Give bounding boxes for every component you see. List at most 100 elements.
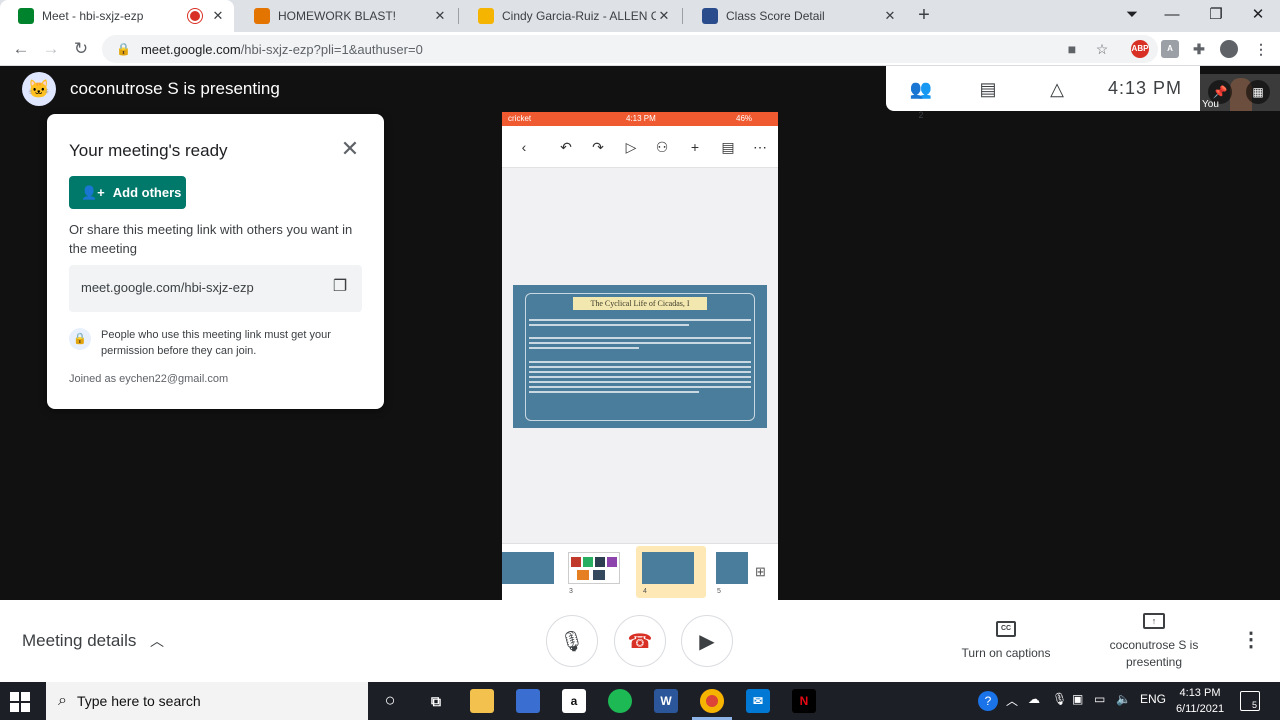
close-tab-icon[interactable]: ✕ bbox=[210, 8, 226, 24]
tab-meet[interactable]: Meet - hbi-sxjz-ezp ✕ bbox=[0, 0, 234, 32]
url-path: /hbi-sxjz-ezp?pli=1&authuser=0 bbox=[240, 41, 423, 57]
powerschool-icon bbox=[702, 8, 718, 24]
people-icon[interactable]: 👥2 bbox=[908, 76, 934, 120]
tab-class-score[interactable]: Class Score Detail ✕ bbox=[684, 0, 906, 32]
network-icon[interactable]: ▣ bbox=[1072, 692, 1083, 706]
help-icon[interactable]: ? bbox=[978, 691, 998, 711]
new-tab-button[interactable]: + bbox=[912, 4, 936, 28]
add-others-label: Add others bbox=[112, 185, 182, 200]
minimize-button[interactable]: — bbox=[1150, 0, 1194, 32]
battery-icon[interactable]: ▭ bbox=[1094, 692, 1105, 706]
browser-menu-icon[interactable]: ⋮ bbox=[1252, 40, 1270, 58]
recording-icon bbox=[190, 11, 200, 21]
task-view-icon[interactable]: ⧉ bbox=[424, 689, 448, 713]
captions-label[interactable]: Turn on captions bbox=[952, 646, 1060, 660]
reload-button[interactable]: ↻ bbox=[68, 36, 94, 62]
present-icon[interactable]: ↑ bbox=[1143, 613, 1165, 629]
tab-title: Cindy Garcia-Ruiz - ALLEN Cicada bbox=[502, 9, 656, 23]
taskbar-search[interactable]: ⌕ Type here to search bbox=[46, 682, 368, 720]
bookmark-star-icon[interactable]: ☆ bbox=[1092, 39, 1112, 59]
netflix-icon[interactable]: N bbox=[792, 689, 816, 713]
close-tab-icon[interactable]: ✕ bbox=[432, 8, 448, 24]
camera-icon[interactable]: ■ bbox=[1062, 39, 1082, 59]
onedrive-icon[interactable]: ☁ bbox=[1028, 692, 1040, 706]
volume-icon[interactable]: 🔈 bbox=[1116, 692, 1131, 706]
add-person-icon[interactable]: ⚇ bbox=[653, 138, 671, 156]
tab-search-button[interactable]: ⏷ bbox=[1110, 0, 1154, 32]
slide-thumbnail[interactable] bbox=[568, 552, 620, 584]
store-icon[interactable] bbox=[516, 689, 540, 713]
file-explorer-icon[interactable] bbox=[470, 689, 494, 713]
close-icon[interactable]: ✕ bbox=[339, 138, 361, 160]
slide-number: 5 bbox=[717, 588, 721, 595]
hang-up-icon: ☎ bbox=[627, 630, 653, 653]
camera-button[interactable]: ▶ bbox=[681, 615, 733, 667]
add-others-button[interactable]: 👤+ Add others bbox=[69, 176, 186, 209]
mail-icon[interactable]: ✉ bbox=[746, 689, 770, 713]
chevron-up-icon[interactable]: ︿ bbox=[150, 631, 164, 651]
phone-carrier: cricket bbox=[508, 114, 532, 123]
slide-text-line bbox=[529, 371, 751, 373]
amazon-icon[interactable]: a bbox=[562, 689, 586, 713]
thumbnail-image bbox=[595, 557, 605, 567]
comment-icon[interactable]: ▤ bbox=[719, 138, 737, 156]
add-icon[interactable]: + bbox=[686, 138, 704, 156]
activities-icon[interactable]: △ bbox=[1044, 76, 1070, 102]
back-button[interactable]: ← bbox=[8, 36, 34, 62]
close-window-button[interactable]: ✕ bbox=[1236, 0, 1280, 32]
microphone-button[interactable]: 🎙 bbox=[546, 615, 598, 667]
tab-cindy-garcia[interactable]: Cindy Garcia-Ruiz - ALLEN Cicada ✕ bbox=[460, 0, 680, 32]
back-icon[interactable]: ‹ bbox=[515, 138, 533, 156]
slide-text-line bbox=[529, 386, 751, 388]
tab-homework-blast[interactable]: HOMEWORK BLAST! ✕ bbox=[236, 0, 456, 32]
close-tab-icon[interactable]: ✕ bbox=[656, 8, 672, 24]
share-instructions: Or share this meeting link with others y… bbox=[69, 222, 353, 256]
maximize-button[interactable]: ❐ bbox=[1194, 0, 1238, 32]
slide-frame bbox=[525, 293, 755, 421]
dialog-title: Your meeting's ready bbox=[69, 141, 228, 160]
spotify-icon[interactable] bbox=[608, 689, 632, 713]
address-bar[interactable]: 🔒 meet.google.com /hbi-sxjz-ezp?pli=1&au… bbox=[102, 35, 1158, 63]
thumbnail-image bbox=[571, 557, 581, 567]
cortana-icon[interactable]: ○ bbox=[378, 689, 402, 713]
meeting-details-button[interactable]: Meeting details bbox=[22, 631, 136, 651]
phone-time: 4:13 PM bbox=[626, 114, 656, 123]
microphone-icon: 🎙 bbox=[559, 630, 585, 653]
current-slide[interactable]: The Cyclical Life of Cicadas, I bbox=[513, 285, 767, 428]
presenting-label[interactable]: coconutrose S is presenting bbox=[1104, 637, 1204, 671]
leave-call-button[interactable]: ☎ bbox=[614, 615, 666, 667]
presenter-avatar: 🐱 bbox=[22, 72, 56, 106]
self-video-tile[interactable]: 📌 ▦ You bbox=[1200, 74, 1280, 111]
undo-icon[interactable]: ↶ bbox=[557, 138, 575, 156]
adblock-extension-icon[interactable]: ABP bbox=[1131, 40, 1149, 58]
close-tab-icon[interactable]: ✕ bbox=[882, 8, 898, 24]
add-slide-icon[interactable]: ⊞ bbox=[755, 564, 766, 580]
translate-extension-icon[interactable]: A bbox=[1161, 40, 1179, 58]
redo-icon[interactable]: ↷ bbox=[589, 138, 607, 156]
forward-button[interactable]: → bbox=[38, 36, 64, 62]
captions-icon[interactable]: CC bbox=[996, 621, 1016, 637]
extensions-puzzle-icon[interactable]: ✚ bbox=[1190, 40, 1208, 58]
profile-avatar[interactable] bbox=[1220, 40, 1238, 58]
more-icon[interactable]: ⋯ bbox=[751, 138, 769, 156]
taskbar-clock[interactable]: 4:13 PM 6/11/2021 bbox=[1168, 685, 1232, 717]
more-options-icon[interactable]: ⋮ bbox=[1241, 630, 1261, 654]
chat-icon[interactable]: ▤ bbox=[975, 76, 1001, 102]
slide-thumbnail-selected[interactable] bbox=[642, 552, 694, 584]
notification-center-icon[interactable]: 5 bbox=[1240, 691, 1260, 711]
word-icon[interactable]: W bbox=[654, 689, 678, 713]
play-icon[interactable]: ▷ bbox=[622, 138, 640, 156]
language-indicator[interactable]: ENG bbox=[1140, 692, 1166, 706]
tray-microphone-icon[interactable]: 🎙 bbox=[1052, 692, 1067, 706]
chrome-icon[interactable] bbox=[700, 689, 724, 713]
slide-thumbnail[interactable] bbox=[716, 552, 748, 584]
tray-chevron-icon[interactable]: ︿ bbox=[1006, 692, 1018, 709]
copy-icon[interactable]: ❐ bbox=[329, 276, 351, 298]
slide-thumbnail[interactable] bbox=[502, 552, 554, 584]
shared-phone-screen: cricket 4:13 PM 46% ‹ ↶ ↷ ▷ ⚇ + ▤ ⋯ The … bbox=[502, 112, 778, 600]
classroom-icon bbox=[254, 8, 270, 24]
tab-title: Class Score Detail bbox=[726, 9, 825, 23]
shield-icon: 🔒 bbox=[69, 328, 91, 350]
windows-start-icon[interactable] bbox=[10, 692, 30, 712]
layout-grid-icon[interactable]: ▦ bbox=[1246, 80, 1270, 104]
